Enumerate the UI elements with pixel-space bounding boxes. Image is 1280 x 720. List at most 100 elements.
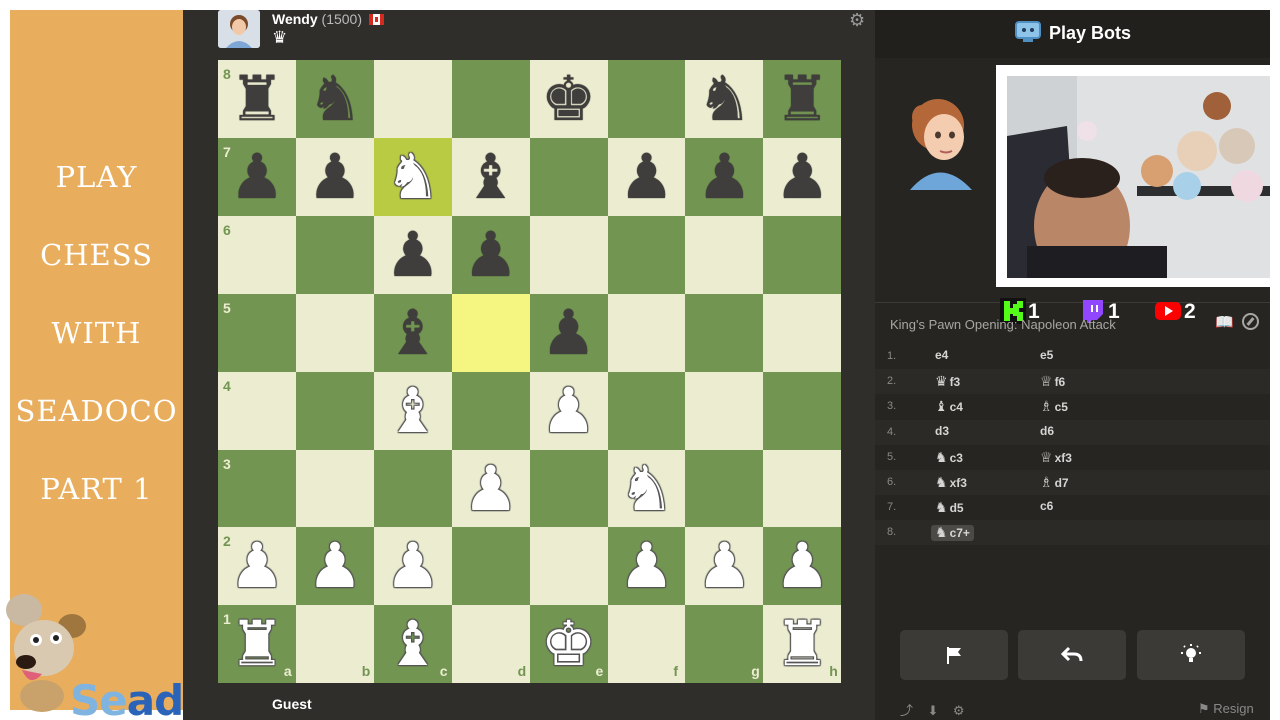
black-pawn-icon[interactable]: ♟ [685,138,763,216]
opponent-avatar[interactable] [218,10,260,48]
settings-icon[interactable]: ⚙ [953,703,965,718]
black-knight-icon[interactable]: ♞ [685,60,763,138]
flag-button[interactable] [900,630,1008,680]
move-number: 3. [887,400,897,413]
move-number: 6. [887,476,897,488]
move-san: f3 [949,375,961,390]
square-e2[interactable] [529,527,608,606]
hint-button[interactable] [1137,630,1245,680]
move-san: d5 [949,501,964,516]
black-pawn-icon[interactable]: ♟ [452,216,530,294]
white-pawn-icon[interactable]: ♟ [530,372,608,450]
white-move[interactable]: ♞ d5 [935,499,964,516]
download-icon[interactable]: ⬇ [927,703,938,718]
bot-avatar-icon[interactable] [900,95,980,190]
square-b5[interactable] [295,293,374,372]
piece-figurine-icon: ♛ [935,373,948,390]
book-icon[interactable]: 📖 [1215,313,1234,331]
rank-label: 8 [223,66,231,82]
white-pawn-icon[interactable]: ♟ [296,527,374,605]
black-move[interactable]: ♕ f6 [1040,373,1065,390]
square-g3[interactable] [685,449,764,528]
square-f8[interactable] [607,60,686,138]
square-h4[interactable] [763,371,842,450]
black-pawn-icon[interactable]: ♟ [374,216,452,294]
move-row: 5. ♞ c3 ♕ xf3 [875,444,1270,470]
black-pawn-icon[interactable]: ♟ [296,138,374,216]
square-h3[interactable] [763,449,842,528]
move-number: 5. [887,450,897,463]
square-b6[interactable] [295,215,374,294]
black-knight-icon[interactable]: ♞ [296,60,374,138]
white-move[interactable]: d3 [935,424,949,438]
black-move[interactable]: ♗ d7 [1040,474,1069,491]
square-h6[interactable] [763,215,842,294]
white-pawn-icon[interactable]: ♟ [763,527,841,605]
undo-button[interactable] [1018,630,1126,680]
chess-board[interactable]: ♜ ♞ ♚ ♞ ♜ ♟ ♟ ♞ ♝ ♟ ♟ ♟ ♟ ♟ ♝ ♟ ♝ ♟ ♟ ♞ ♟ ♟ ♟ ♟ ♟ ♟ ♜ ♝ ♚ ♜ 8 7 6 5 4 3 2 1 a b… [218,60,842,684]
screen: PLAY CHESS WITH SEADOCO PART 1 Seadoco W… [0,0,1280,720]
black-bishop-icon[interactable]: ♝ [374,294,452,372]
black-rook-icon[interactable]: ♜ [763,60,841,138]
square-f5[interactable] [607,293,686,372]
black-pawn-icon[interactable]: ♟ [763,138,841,216]
black-pawn-icon[interactable]: ♟ [530,294,608,372]
black-king-icon[interactable]: ♚ [530,60,608,138]
square-g6[interactable] [685,215,764,294]
gear-icon[interactable]: ⚙ [849,10,865,31]
white-pawn-icon[interactable]: ♟ [608,527,686,605]
square-b4[interactable] [295,371,374,450]
resign-button[interactable]: ⚑ Resign [1198,701,1254,717]
file-label: h [829,663,838,680]
black-pawn-icon[interactable]: ♟ [608,138,686,216]
share-icon[interactable]: ⤴ [900,703,913,718]
white-move[interactable]: e4 [935,348,948,362]
white-knight-icon[interactable]: ♞ [608,450,686,528]
compass-icon[interactable] [1242,313,1259,330]
white-pawn-icon[interactable]: ♟ [685,527,763,605]
rank-label: 3 [223,455,231,472]
square-e7[interactable] [529,137,608,216]
white-move[interactable]: ♛ f3 [935,373,960,390]
square-f6[interactable] [607,215,686,294]
player-name: Guest [272,696,312,712]
white-pawn-icon[interactable]: ♟ [452,450,530,528]
square-c3[interactable] [373,449,452,528]
black-move[interactable]: ♕ xf3 [1040,449,1072,466]
white-knight-icon[interactable]: ♞ [374,138,452,216]
square-e6[interactable] [529,215,608,294]
square-d5[interactable] [451,293,530,372]
black-move[interactable]: d6 [1040,424,1054,438]
piece-figurine-icon: ♞ [935,524,948,541]
square-f4[interactable] [607,371,686,450]
white-pawn-icon[interactable]: ♟ [374,527,452,605]
white-bishop-icon[interactable]: ♝ [374,372,452,450]
white-move[interactable]: ♞ xf3 [935,474,967,491]
black-move[interactable]: c6 [1040,499,1053,513]
square-h5[interactable] [763,293,842,372]
bottom-toolbar: ⤴ ⬇ ⚙ [900,700,964,719]
square-d8[interactable] [451,60,530,138]
white-move[interactable]: ♞ c7+ [931,524,974,542]
square-g4[interactable] [685,371,764,450]
square-d2[interactable] [451,527,530,606]
opening-name: King's Pawn Opening: Napoleon Attack [890,317,1116,332]
square-c8[interactable] [373,60,452,138]
square-b3[interactable] [295,449,374,528]
black-move[interactable]: e5 [1040,348,1053,362]
square-e3[interactable] [529,449,608,528]
white-move[interactable]: ♝ c4 [935,398,963,415]
black-bishop-icon[interactable]: ♝ [452,138,530,216]
move-san: c5 [1054,400,1068,415]
black-move[interactable]: ♗ c5 [1040,398,1068,415]
panel-title: Play Bots [1049,23,1132,43]
square-d4[interactable] [451,371,530,450]
rank-label: 2 [223,533,231,550]
captured-pieces: ♛ [272,28,288,47]
white-move[interactable]: ♞ c3 [935,449,963,466]
file-label: d [517,663,527,680]
square-g5[interactable] [685,293,764,372]
piece-figurine-icon: ♝ [935,398,948,415]
resign-label: Resign [1213,701,1254,716]
move-row: 3. ♝ c4 ♗ c5 [875,394,1270,420]
